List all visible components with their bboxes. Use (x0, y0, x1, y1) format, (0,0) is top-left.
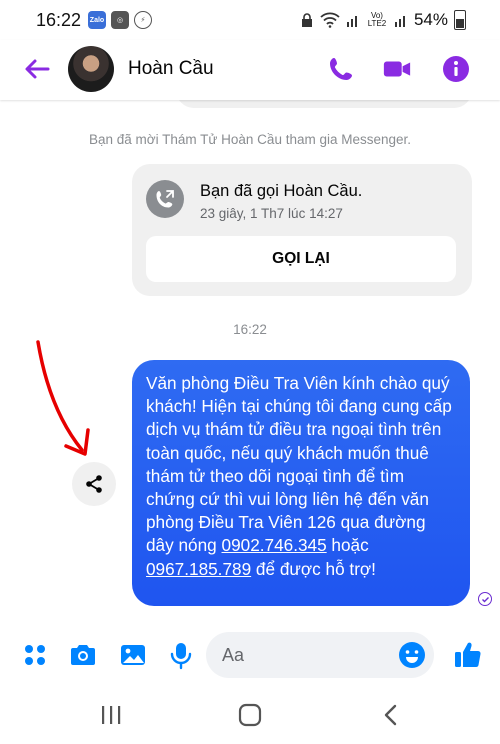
messenger-icon: ⚡ (134, 11, 152, 29)
message-text: Văn phòng Điều Tra Viên kính chào quý kh… (146, 373, 452, 556)
call-title: Bạn đã gọi Hoàn Cầu. (200, 182, 363, 200)
network-label: Vo) LTE2 (367, 11, 387, 28)
microphone-icon[interactable] (166, 640, 196, 670)
status-bar: 16:22 Zalo ◎ ⚡ Vo) LTE2 54% (0, 0, 500, 40)
voice-call-icon[interactable] (326, 54, 356, 84)
lock-icon (301, 13, 312, 27)
contact-avatar[interactable] (68, 46, 114, 92)
status-time: 16:22 (36, 10, 82, 30)
contact-name[interactable]: Hoàn Cầu (128, 58, 214, 80)
call-back-button[interactable]: GỌI LẠI (146, 236, 456, 282)
chat-header: Hoàn Cầu (0, 40, 500, 100)
message-thread[interactable]: Bạn đã mời Thám Tử Hoàn Cầu tham gia Mes… (0, 100, 500, 628)
home-icon[interactable] (237, 702, 263, 728)
outgoing-message-bubble[interactable]: Văn phòng Điều Tra Viên kính chào quý kh… (132, 360, 470, 606)
call-log-card: Bạn đã gọi Hoàn Cầu. 23 giây, 1 Th7 lúc … (132, 164, 472, 296)
back-arrow-icon[interactable] (22, 54, 52, 84)
gallery-icon[interactable] (118, 640, 148, 670)
status-right: Vo) LTE2 54% (300, 10, 466, 30)
outgoing-call-icon (146, 180, 184, 218)
messenger-notification-icon: ◎ (111, 11, 129, 29)
zalo-icon: Zalo (88, 11, 106, 29)
video-call-icon[interactable] (382, 54, 412, 84)
wifi-icon (320, 12, 340, 28)
back-nav-icon[interactable] (378, 702, 404, 728)
thumbs-up-icon[interactable] (452, 638, 484, 670)
info-icon[interactable] (441, 54, 471, 84)
phone-link-2[interactable]: 0967.185.789 (146, 559, 251, 579)
system-notice: Bạn đã mời Thám Tử Hoàn Cầu tham gia Mes… (88, 132, 412, 147)
phone-link-1[interactable]: 0902.746.345 (222, 535, 327, 555)
emoji-icon[interactable] (398, 641, 426, 669)
system-nav-bar (0, 684, 500, 744)
sent-check-icon (478, 592, 492, 606)
message-composer (0, 628, 500, 684)
message-timestamp: 16:22 (233, 322, 267, 337)
call-details: 23 giây, 1 Th7 lúc 14:27 (200, 206, 343, 221)
camera-icon[interactable] (68, 640, 98, 670)
signal-2-icon (394, 16, 405, 27)
more-actions-icon[interactable] (20, 640, 50, 670)
battery-percent: 54% (413, 10, 448, 29)
share-message-button[interactable] (72, 462, 116, 506)
signal-icon (346, 16, 357, 27)
recent-apps-icon[interactable] (98, 702, 124, 728)
battery-icon (454, 10, 466, 30)
share-icon (86, 475, 102, 493)
status-app-icons: Zalo ◎ ⚡ (88, 11, 152, 29)
message-connector: hoặc (326, 535, 369, 556)
previous-message-bubble (176, 100, 472, 108)
message-text-end: để được hỗ trợ! (255, 558, 376, 579)
